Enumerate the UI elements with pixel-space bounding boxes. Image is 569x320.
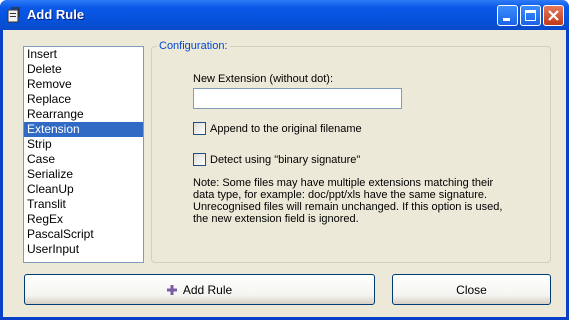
detect-checkbox[interactable] <box>193 153 206 166</box>
close-icon <box>548 10 559 21</box>
list-item-pascalscript[interactable]: PascalScript <box>24 227 143 242</box>
append-option[interactable]: Append to the original filename <box>193 122 362 135</box>
list-item-serialize[interactable]: Serialize <box>24 167 143 182</box>
plus-icon <box>166 284 177 295</box>
minimize-button[interactable] <box>497 5 518 26</box>
append-checkbox[interactable] <box>193 122 206 135</box>
list-item-rearrange[interactable]: Rearrange <box>24 107 143 122</box>
list-item-insert[interactable]: Insert <box>24 47 143 62</box>
detect-checkbox-label[interactable]: Detect using "binary signature" <box>210 154 360 166</box>
note-text: Note: Some files may have multiple exten… <box>193 177 533 225</box>
note-line: Unrecognised files will remain unchanged… <box>193 201 503 213</box>
title-bar[interactable]: Add Rule <box>0 0 569 30</box>
new-extension-label: New Extension (without dot): <box>193 73 334 85</box>
maximize-button[interactable] <box>520 5 541 26</box>
list-item-delete[interactable]: Delete <box>24 62 143 77</box>
list-item-translit[interactable]: Translit <box>24 197 143 212</box>
list-item-cleanup[interactable]: CleanUp <box>24 182 143 197</box>
note-line: the new extension field is ignored. <box>193 213 359 225</box>
close-window-button[interactable] <box>543 5 564 26</box>
close-label: Close <box>456 282 487 297</box>
note-line: data type, for example: doc/ppt/xls have… <box>193 189 488 201</box>
close-button[interactable]: Close <box>392 274 551 305</box>
detect-option[interactable]: Detect using "binary signature" <box>193 153 360 166</box>
append-checkbox-label[interactable]: Append to the original filename <box>210 123 362 135</box>
note-line: Note: Some files may have multiple exten… <box>193 177 494 189</box>
new-extension-input[interactable] <box>193 88 402 109</box>
rules-listbox[interactable]: Insert Delete Remove Replace Rearrange E… <box>23 46 144 263</box>
configuration-group-label: Configuration: <box>157 40 230 52</box>
maximize-icon <box>525 10 536 21</box>
list-item-strip[interactable]: Strip <box>24 137 143 152</box>
list-item-remove[interactable]: Remove <box>24 77 143 92</box>
list-item-userinput[interactable]: UserInput <box>24 242 143 257</box>
window-title: Add Rule <box>27 7 85 22</box>
list-item-case[interactable]: Case <box>24 152 143 167</box>
minimize-icon <box>503 18 510 21</box>
add-rule-dialog: Add Rule Insert Delete Remove Replace Re… <box>0 0 569 320</box>
list-item-regex[interactable]: RegEx <box>24 212 143 227</box>
list-item-extension[interactable]: Extension <box>24 122 143 137</box>
add-rule-label: Add Rule <box>182 282 233 297</box>
add-rule-button[interactable]: Add Rule <box>24 274 375 305</box>
list-item-replace[interactable]: Replace <box>24 92 143 107</box>
app-icon <box>6 7 22 23</box>
